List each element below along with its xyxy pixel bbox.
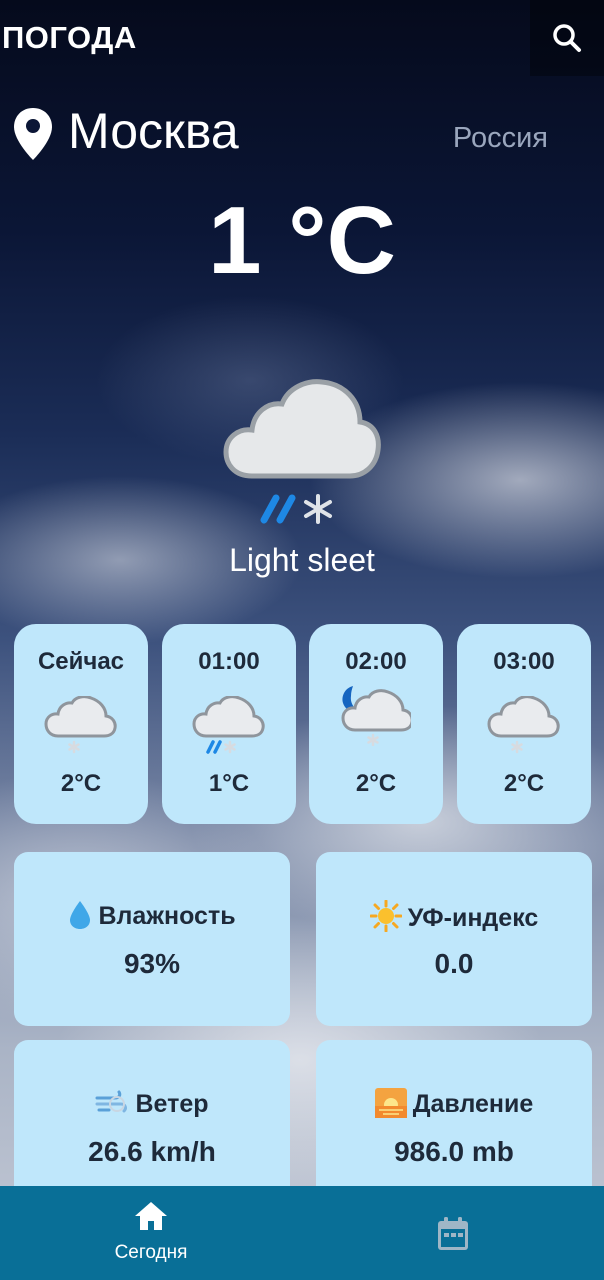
- current-temperature: 1 °C: [208, 187, 396, 294]
- hour-temperature: 2°C: [355, 770, 397, 797]
- cloud-sleet-icon: [223, 379, 381, 524]
- sun-icon: [369, 899, 403, 933]
- humidity-value: 93%: [123, 948, 181, 979]
- weather-screen: ПОГОДА Москва Россия 1 °C Light sleet Се…: [0, 0, 604, 1280]
- nav-today[interactable]: Сегодня: [0, 1186, 302, 1280]
- wind-icon: [95, 1090, 128, 1113]
- bottom-navigation: Сегодня: [0, 1186, 604, 1280]
- hourly-card-now[interactable]: Сейчас 2°C: [14, 624, 148, 824]
- nav-today-label: Сегодня: [114, 1242, 188, 1263]
- hourly-card-0100[interactable]: 01:00 1°C: [162, 624, 296, 824]
- city-name: Москва: [68, 103, 239, 159]
- app-title: ПОГОДА: [2, 20, 137, 55]
- cloud-sleet-icon: [192, 696, 265, 754]
- search-button[interactable]: [530, 0, 604, 76]
- hour-label: 02:00: [345, 648, 407, 675]
- cloud-snow-icon: [487, 696, 560, 754]
- country-name: Россия: [452, 122, 548, 154]
- top-app-bar: ПОГОДА: [0, 0, 604, 76]
- uv-index-value: 0.0: [434, 948, 474, 979]
- pressure-value: 986.0 mb: [394, 1136, 514, 1167]
- search-icon: [553, 24, 581, 52]
- droplet-icon: [70, 901, 91, 929]
- pressure-label: Давление: [412, 1090, 534, 1118]
- pressure-title: Давление: [316, 1088, 592, 1119]
- nav-calendar[interactable]: [302, 1186, 604, 1280]
- hour-label: Сейчас: [37, 648, 125, 675]
- location-row: Москва Россия: [12, 100, 592, 170]
- humidity-card: Влажность 93%: [14, 852, 290, 1026]
- hour-temperature: 2°C: [503, 770, 545, 797]
- uv-index-title: УФ-индекс: [316, 899, 592, 933]
- home-icon: [135, 1202, 167, 1230]
- calendar-icon: [438, 1217, 468, 1250]
- humidity-label: Влажность: [98, 902, 236, 930]
- uv-index-label: УФ-индекс: [407, 904, 539, 932]
- uv-index-card: УФ-индекс 0.0: [316, 852, 592, 1026]
- hour-label: 03:00: [493, 648, 555, 675]
- hourly-card-0300[interactable]: 03:00 2°C: [457, 624, 591, 824]
- sunrise-icon: [374, 1088, 407, 1118]
- condition-text: Light sleet: [229, 542, 375, 578]
- hour-label: 01:00: [198, 648, 260, 675]
- humidity-title: Влажность: [14, 900, 290, 931]
- wind-title: Ветер: [14, 1088, 290, 1119]
- wind-label: Ветер: [135, 1090, 209, 1118]
- hourly-card-0200[interactable]: 02:00 2°C: [309, 624, 443, 824]
- location-pin-icon: [14, 108, 52, 160]
- moon-cloud-snow-icon: [341, 686, 411, 746]
- hour-temperature: 2°C: [60, 770, 102, 797]
- wind-value: 26.6 km/h: [88, 1136, 216, 1167]
- hour-temperature: 1°C: [208, 770, 250, 797]
- cloud-snow-icon: [44, 696, 117, 754]
